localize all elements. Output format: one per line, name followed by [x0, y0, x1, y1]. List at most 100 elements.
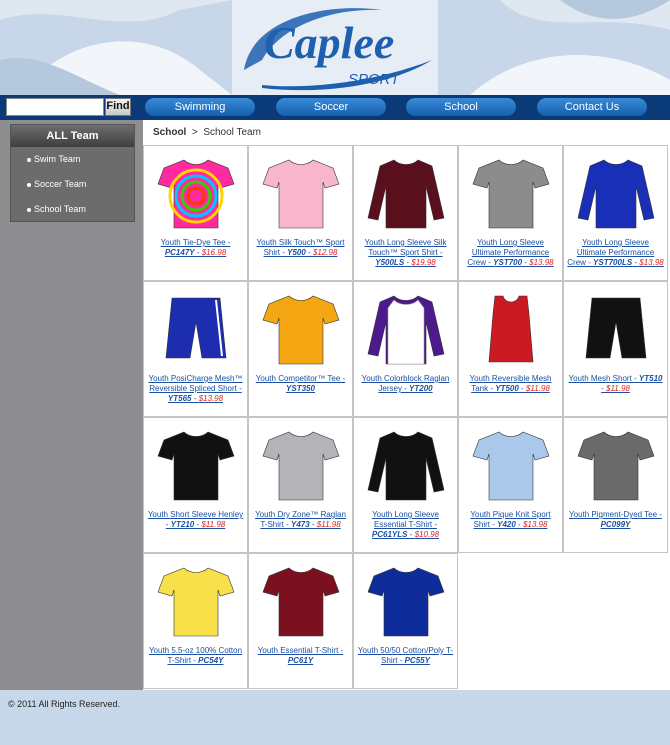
product-card[interactable]: Youth Pigment-Dyed Tee - PC099Y	[563, 417, 668, 553]
tie-dye-tee-icon[interactable]	[156, 152, 236, 232]
nav-item-swimming[interactable]: Swimming	[144, 97, 256, 117]
product-link[interactable]: Youth Reversible Mesh Tank - YT500 - $11…	[462, 374, 559, 394]
product-card[interactable]: Youth Colorblock Raglan Jersey - YT200	[353, 281, 458, 417]
pique-polo-icon[interactable]	[471, 424, 551, 504]
nav-item-school[interactable]: School	[405, 97, 517, 117]
sidebar-item-label: Swim Team	[34, 154, 81, 164]
product-code: YT200	[409, 384, 433, 393]
product-card[interactable]: Youth Dry Zone™ Raglan T-Shirt - Y473 - …	[248, 417, 353, 553]
competitor-tee-icon[interactable]	[261, 288, 341, 368]
product-code: Y473	[291, 520, 310, 529]
product-name: Youth 5.5-oz 100% Cotton T-Shirt -	[148, 646, 243, 665]
logo-text: Caplee	[264, 17, 394, 68]
mesh-tank-icon[interactable]	[471, 288, 551, 368]
product-link[interactable]: Youth Essential T-Shirt - PC61Y	[252, 646, 349, 666]
product-price: $11.98	[316, 520, 341, 529]
product-price: $13.98	[639, 258, 664, 267]
product-link[interactable]: Youth Long Sleeve Ultimate Performance C…	[462, 238, 559, 268]
product-link[interactable]: Youth Pigment-Dyed Tee - PC099Y	[567, 510, 664, 530]
product-link[interactable]: Youth Silk Touch™ Sport Shirt - Y500 - $…	[252, 238, 349, 258]
long-sleeve-tee-icon[interactable]	[576, 152, 656, 232]
product-card[interactable]: Youth Long Sleeve Silk Touch™ Sport Shir…	[353, 145, 458, 281]
product-card[interactable]: Youth PosiCharge Mesh™ Reversible Splice…	[143, 281, 248, 417]
product-price: $13.98	[198, 394, 224, 403]
product-card[interactable]: Youth Long Sleeve Ultimate Performance C…	[563, 145, 668, 281]
product-code: YT210	[170, 520, 195, 529]
product-card[interactable]: Youth Mesh Short - YT510 - $11.98	[563, 281, 668, 417]
product-code: YT565	[167, 394, 192, 403]
raglan-tshirt-icon[interactable]	[261, 424, 341, 504]
mesh-short-icon[interactable]	[156, 288, 236, 368]
product-card[interactable]: Youth Silk Touch™ Sport Shirt - Y500 - $…	[248, 145, 353, 281]
price-separator: -	[515, 520, 523, 529]
polo-shirt-icon[interactable]	[261, 152, 341, 232]
product-price: $11.98	[525, 384, 550, 393]
product-code: YST700	[493, 258, 523, 267]
essential-tshirt-icon[interactable]	[261, 560, 341, 640]
product-link[interactable]: Youth Short Sleeve Henley - YT210 - $11.…	[147, 510, 244, 530]
performance-tee-icon[interactable]	[471, 152, 551, 232]
sidebar-menu: ALL Team Swim Team Soccer Team School Te…	[10, 124, 135, 222]
product-link[interactable]: Youth 5.5-oz 100% Cotton T-Shirt - PC54Y	[147, 646, 244, 666]
product-link[interactable]: Youth PosiCharge Mesh™ Reversible Splice…	[147, 374, 244, 404]
black-short-icon[interactable]	[576, 288, 656, 368]
site-logo[interactable]: Caplee SPORT	[232, 0, 438, 95]
sidebar-item-label: Soccer Team	[34, 179, 87, 189]
product-card[interactable]: Youth Competitor™ Tee - YST350	[248, 281, 353, 417]
product-link[interactable]: Youth 50/50 Cotton/Poly T-Shirt - PC55Y	[357, 646, 454, 666]
product-code: PC61YLS	[371, 530, 408, 539]
price-separator: -	[407, 530, 415, 539]
henley-shirt-icon[interactable]	[156, 424, 236, 504]
price-separator: -	[518, 384, 526, 393]
product-card[interactable]: Youth Tie-Dye Tee - PC147Y - $16.98	[143, 145, 248, 281]
product-card[interactable]: Youth 50/50 Cotton/Poly T-Shirt - PC55Y	[353, 553, 458, 689]
long-sleeve-polo-icon[interactable]	[366, 152, 446, 232]
product-name: Youth Competitor™ Tee -	[255, 374, 346, 383]
cotton-tshirt-icon[interactable]	[156, 560, 236, 640]
product-row: Youth Tie-Dye Tee - PC147Y - $16.98 Youth…	[143, 145, 668, 281]
nav-item-soccer[interactable]: Soccer	[275, 97, 387, 117]
product-code: YT510	[638, 374, 663, 383]
product-card[interactable]: Youth 5.5-oz 100% Cotton T-Shirt - PC54Y	[143, 553, 248, 689]
product-code: PC54Y	[198, 656, 224, 665]
bullet-icon	[27, 158, 31, 162]
product-link[interactable]: Youth Pique Knit Sport Shirt - Y420 - $1…	[462, 510, 559, 530]
product-name: Youth Pigment-Dyed Tee -	[569, 510, 662, 519]
breadcrumb-current: School Team	[203, 127, 261, 138]
product-card[interactable]: Youth Pique Knit Sport Shirt - Y420 - $1…	[458, 417, 563, 553]
product-row: Youth PosiCharge Mesh™ Reversible Splice…	[143, 281, 668, 417]
product-card[interactable]: Youth Essential T-Shirt - PC61Y	[248, 553, 353, 689]
find-button[interactable]: Find	[105, 98, 131, 116]
product-card[interactable]: Youth Reversible Mesh Tank - YT500 - $11…	[458, 281, 563, 417]
raglan-jersey-icon[interactable]	[366, 288, 446, 368]
logo-subtext: SPORT	[348, 71, 401, 88]
blend-tshirt-icon[interactable]	[366, 560, 446, 640]
product-link[interactable]: Youth Mesh Short - YT510 - $11.98	[567, 374, 664, 394]
sidebar-item-swim-team[interactable]: Swim Team	[11, 147, 134, 172]
breadcrumb-root[interactable]: School	[153, 127, 186, 138]
long-sleeve-tshirt-icon[interactable]	[366, 424, 446, 504]
nav-item-contact-us[interactable]: Contact Us	[536, 97, 648, 117]
product-price: $13.98	[529, 258, 554, 267]
product-link[interactable]: Youth Long Sleeve Silk Touch™ Sport Shir…	[357, 238, 454, 268]
product-link[interactable]: Youth Long Sleeve Essential T-Shirt - PC…	[357, 510, 454, 540]
product-link[interactable]: Youth Competitor™ Tee - YST350	[252, 374, 349, 394]
product-card[interactable]: Youth Long Sleeve Ultimate Performance C…	[458, 145, 563, 281]
product-code: Y500	[287, 248, 306, 257]
sidebar-item-soccer-team[interactable]: Soccer Team	[11, 172, 134, 197]
product-link[interactable]: Youth Dry Zone™ Raglan T-Shirt - Y473 - …	[252, 510, 349, 530]
search-input[interactable]	[6, 98, 104, 116]
product-row: Youth 5.5-oz 100% Cotton T-Shirt - PC54Y…	[143, 553, 668, 689]
pigment-tee-icon[interactable]	[576, 424, 656, 504]
product-card[interactable]: Youth Short Sleeve Henley - YT210 - $11.…	[143, 417, 248, 553]
sidebar-item-label: School Team	[34, 204, 86, 214]
product-name: Youth Mesh Short -	[568, 374, 639, 383]
sidebar-item-school-team[interactable]: School Team	[11, 197, 134, 222]
product-link[interactable]: Youth Tie-Dye Tee - PC147Y - $16.98	[147, 238, 244, 258]
product-code: Y500LS	[375, 258, 405, 267]
product-card[interactable]: Youth Long Sleeve Essential T-Shirt - PC…	[353, 417, 458, 553]
product-link[interactable]: Youth Colorblock Raglan Jersey - YT200	[357, 374, 454, 394]
product-code: PC099Y	[600, 520, 631, 529]
price-separator: -	[309, 520, 317, 529]
product-link[interactable]: Youth Long Sleeve Ultimate Performance C…	[567, 238, 664, 268]
